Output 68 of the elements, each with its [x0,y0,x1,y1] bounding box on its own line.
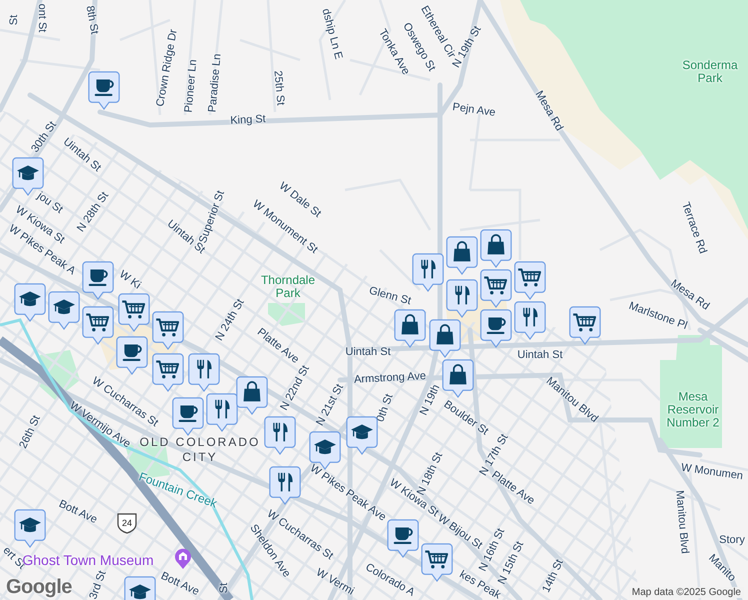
graduation-cap-pin[interactable] [14,509,46,548]
shopping-cart-pin[interactable] [152,353,184,392]
shopping-cart-pin[interactable] [118,293,150,332]
street-label: Terrace Rd [679,200,709,256]
fork-knife-pin[interactable] [188,353,220,392]
street-label: St [8,14,20,26]
street-label: dship Ln E [319,7,345,61]
shopping-bag-pin[interactable] [442,359,474,398]
street-label: Glenn St [368,284,412,308]
street-label: Bott Ave [56,498,100,526]
graduation-cap-pin[interactable] [48,291,80,330]
shopping-bag-pin[interactable] [394,309,426,348]
shopping-bag-pin[interactable] [429,319,461,358]
coffee-cup-pin[interactable] [82,261,114,300]
fork-knife-pin[interactable] [269,466,301,505]
coffee-cup-pin[interactable] [116,336,148,375]
shopping-bag-pin[interactable] [446,236,478,275]
shopping-cart-pin[interactable] [152,311,184,350]
street-label: Bott Ave [158,570,202,598]
fork-knife-pin[interactable] [514,301,546,340]
shopping-cart-pin[interactable] [514,261,546,300]
map-logo: Google [6,576,72,599]
park-label: Mesa Reservoir Number 2 [666,390,720,430]
street-label: Crown Ridge Dr [154,28,180,108]
street-label: Manitou Blvd [673,490,691,554]
street-label: ont St [36,4,48,32]
street-label: W Ki [117,268,143,292]
park-area [268,303,305,326]
park-label: Thorndale Park [260,274,316,300]
street-label: Uintah St [345,346,391,358]
fork-knife-pin[interactable] [446,279,478,318]
district-label: OLD COLORADO CITY [138,435,262,465]
park-area [38,350,80,400]
shopping-bag-pin[interactable] [480,229,512,268]
street-label: St [218,582,230,594]
graduation-cap-pin[interactable] [14,283,46,322]
shopping-cart-pin[interactable] [421,543,453,582]
museum-icon[interactable] [174,548,192,570]
fork-knife-pin[interactable] [412,253,444,292]
street-label: 25th St [272,70,286,106]
street-label: 26th St [17,414,43,450]
street-label: Story [719,534,745,546]
street-label: W Monumen [680,462,744,482]
street-label: Paradise Ln [206,53,224,113]
shopping-cart-pin[interactable] [480,269,512,308]
coffee-cup-pin[interactable] [387,519,419,558]
coffee-cup-pin[interactable] [480,309,512,348]
park-label: Sonderma Park [681,59,739,85]
street-label: N 22nd St [278,364,312,412]
shopping-cart-pin[interactable] [82,306,114,345]
street-label: 3rd St [87,569,109,600]
graduation-cap-pin[interactable] [346,416,378,455]
street-label: 14th St [540,558,566,594]
street-label: jou St [35,190,65,216]
street-label: King St [230,113,266,127]
street-label: Pioneer Ln [182,58,200,114]
street-label: 8th St [84,4,100,36]
route-shield: 24 [116,512,138,534]
fork-knife-pin[interactable] [206,393,238,432]
fork-knife-pin[interactable] [264,416,296,455]
street-label: Uintah St [517,349,563,361]
street-label: 0th St [374,392,396,424]
shopping-bag-pin[interactable] [236,376,268,415]
coffee-cup-pin[interactable] [88,71,120,110]
street-label: Pejn Ave [452,101,496,119]
street-label: N 21st St [314,382,346,428]
shopping-cart-pin[interactable] [569,306,601,345]
coffee-cup-pin[interactable] [172,397,204,436]
